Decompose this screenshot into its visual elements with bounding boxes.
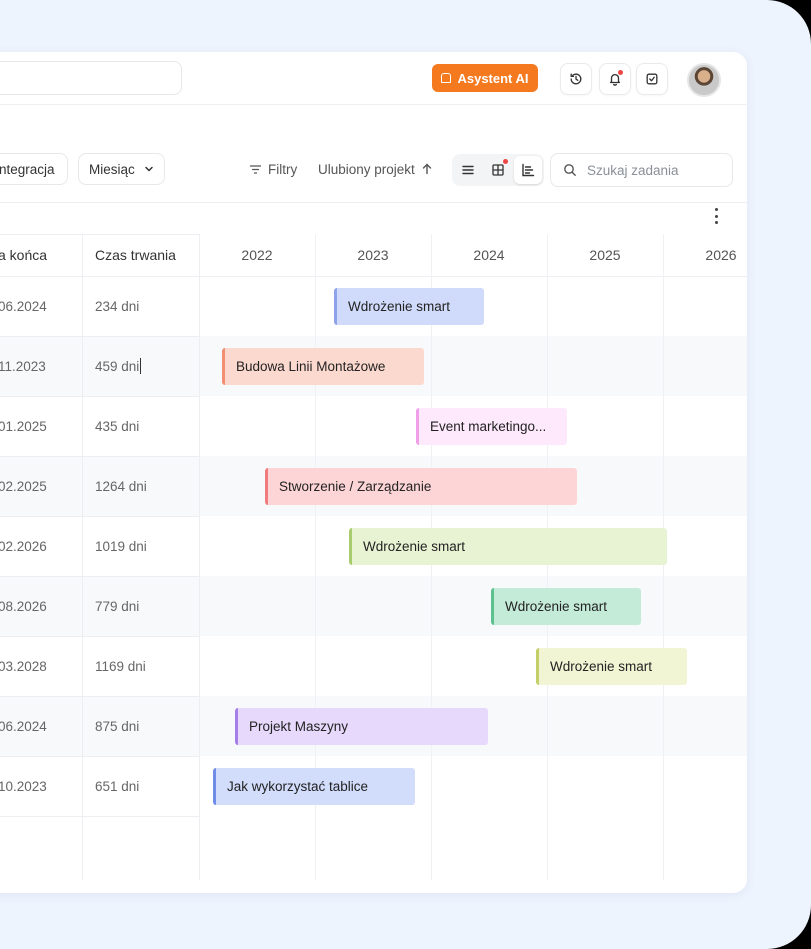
year-header: 2026	[705, 247, 737, 263]
search-icon	[564, 164, 576, 176]
task-bar-label: Projekt Maszyny	[249, 719, 349, 734]
task-bar[interactable]: Wdrożenie smart	[536, 648, 687, 685]
task-bar-label: Event marketingo...	[430, 419, 547, 434]
task-bar-label: Wdrożenie smart	[550, 659, 653, 674]
duration-cell[interactable]: 779 dni	[95, 576, 139, 636]
avatar[interactable]	[687, 63, 721, 97]
duration-value: 651 dni	[95, 778, 140, 794]
task-bar[interactable]: Wdrożenie smart	[349, 528, 667, 565]
integration-label: ntegracja	[0, 161, 55, 177]
filters-label: Filtry	[268, 161, 298, 177]
task-bar[interactable]: Wdrożenie smart	[491, 588, 641, 625]
duration-cell[interactable]: 459 dni	[95, 336, 142, 396]
duration-cell[interactable]: 1169 dni	[95, 636, 146, 696]
view-switcher	[452, 154, 544, 186]
duration-value: 1019 dni	[95, 538, 147, 554]
task-bar[interactable]: Wdrożenie smart	[334, 288, 484, 325]
duration-value: 1169 dni	[95, 658, 146, 674]
global-search-input[interactable]	[0, 61, 182, 95]
board-view-button[interactable]	[484, 156, 512, 184]
column-divider	[199, 234, 200, 880]
end-date-cell: 10.2023	[0, 778, 47, 794]
column-header-end-date: a końca	[0, 247, 48, 263]
duration-cell[interactable]: 875 dni	[95, 696, 139, 756]
gantt-panel: Asystent AI ntegracja Miesiąc Filtry Ulu…	[0, 52, 747, 893]
duration-cell[interactable]: 1019 dni	[95, 516, 147, 576]
row-divider	[0, 816, 199, 817]
list-icon	[462, 165, 474, 175]
more-options-icon[interactable]	[713, 208, 719, 224]
toolbar-divider	[0, 202, 747, 203]
duration-cell[interactable]: 435 dni	[95, 396, 139, 456]
list-view-button[interactable]	[454, 156, 482, 184]
duration-value: 1264 dni	[95, 478, 147, 494]
board-indicator-dot	[503, 159, 508, 164]
task-bar-label: Stworzenie / Zarządzanie	[279, 479, 432, 494]
end-date-cell: 03.2028	[0, 658, 47, 674]
robot-icon	[441, 73, 452, 83]
duration-value: 875 dni	[95, 718, 140, 734]
duration-value: 779 dni	[95, 598, 140, 614]
year-header: 2024	[473, 247, 505, 263]
text-cursor	[140, 358, 142, 374]
year-header: 2022	[241, 247, 273, 263]
task-bar[interactable]: Budowa Linii Montażowe	[222, 348, 424, 385]
duration-cell[interactable]: 651 dni	[95, 756, 139, 816]
ai-assistant-button[interactable]: Asystent AI	[432, 64, 538, 92]
task-bar-label: Jak wykorzystać tablice	[227, 779, 369, 794]
duration-value: 435 dni	[95, 418, 140, 434]
duration-cell[interactable]: 234 dni	[95, 276, 139, 336]
year-header: 2023	[357, 247, 389, 263]
duration-cell[interactable]: 1264 dni	[95, 456, 147, 516]
notifications-button[interactable]	[599, 63, 631, 95]
end-date-cell: 08.2026	[0, 598, 47, 614]
arrow-up-icon	[422, 163, 432, 175]
grid-icon	[492, 164, 504, 176]
end-date-cell: 06.2024	[0, 298, 47, 314]
duration-value: 459 dni	[95, 358, 140, 374]
checkbox-icon	[646, 73, 658, 85]
history-icon	[570, 73, 582, 85]
task-bar[interactable]: Jak wykorzystać tablice	[213, 768, 415, 805]
year-header: 2025	[589, 247, 621, 263]
task-bar-label: Wdrożenie smart	[348, 299, 451, 314]
gantt-view-button[interactable]	[514, 156, 542, 184]
task-bar[interactable]: Stworzenie / Zarządzanie	[265, 468, 577, 505]
history-button[interactable]	[560, 63, 592, 95]
period-label: Miesiąc	[89, 161, 135, 177]
duration-value: 234 dni	[95, 298, 140, 314]
task-bar-label: Wdrożenie smart	[505, 599, 608, 614]
end-date-cell: 02.2025	[0, 478, 47, 494]
ai-assistant-label: Asystent AI	[457, 70, 529, 86]
task-bar-label: Wdrożenie smart	[363, 539, 466, 554]
task-bar[interactable]: Projekt Maszyny	[235, 708, 488, 745]
filter-icon	[249, 164, 262, 174]
integration-button[interactable]: ntegracja	[0, 153, 68, 185]
end-date-cell: 11.2023	[0, 358, 46, 374]
period-select[interactable]: Miesiąc	[78, 153, 165, 185]
tasks-button[interactable]	[636, 63, 668, 95]
chevron-down-icon	[145, 166, 153, 172]
task-search-field[interactable]	[550, 153, 733, 187]
notification-dot	[618, 70, 623, 75]
end-date-cell: 06.2024	[0, 718, 47, 734]
end-date-cell: 02.2026	[0, 538, 47, 554]
top-bar: Asystent AI	[0, 52, 747, 105]
task-bar[interactable]: Event marketingo...	[416, 408, 567, 445]
task-bar-label: Budowa Linii Montażowe	[236, 359, 386, 374]
gantt-icon	[522, 163, 535, 177]
end-date-cell: 01.2025	[0, 418, 47, 434]
column-divider	[82, 234, 83, 880]
task-search-input[interactable]	[585, 161, 719, 179]
sort-label: Ulubiony projekt	[318, 161, 415, 177]
sort-button[interactable]: Ulubiony projekt	[318, 153, 433, 185]
filters-button[interactable]: Filtry	[249, 153, 297, 185]
column-header-duration: Czas trwania	[95, 247, 176, 263]
